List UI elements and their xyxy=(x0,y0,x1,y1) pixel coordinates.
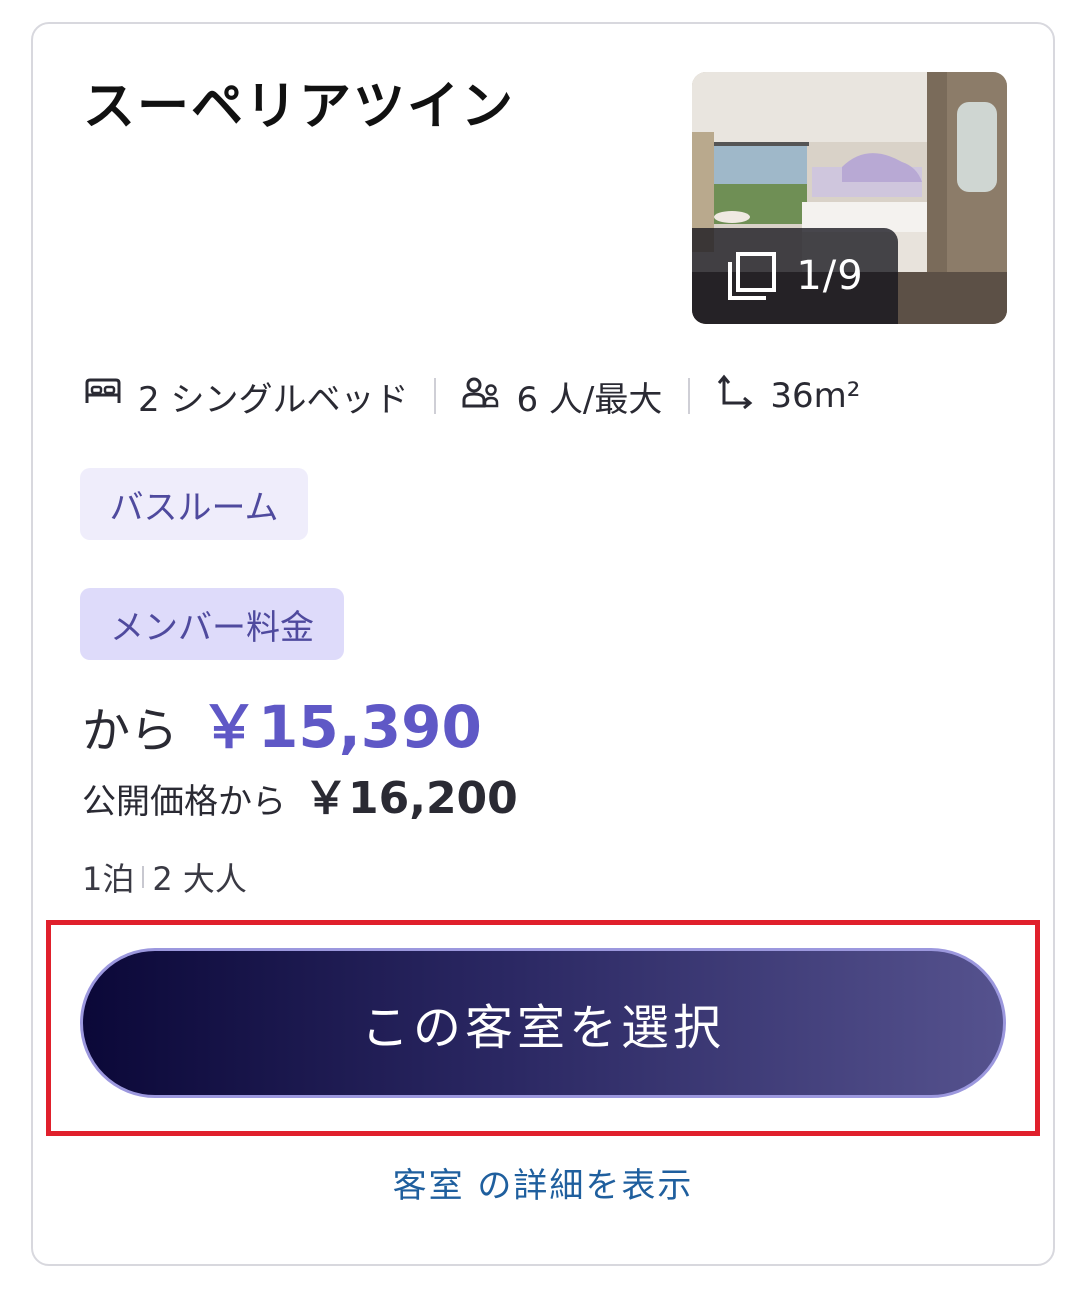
member-rate-badge: メンバー料金 xyxy=(80,588,344,660)
public-price-row: 公開価格から ￥16,200 xyxy=(82,762,518,826)
stay-divider xyxy=(142,866,145,888)
spec-divider xyxy=(434,378,437,414)
room-size-icon xyxy=(716,373,754,420)
stay-info: 1泊 2 大人 xyxy=(82,854,247,900)
spec-size-text: 36m² xyxy=(770,376,861,416)
gallery-icon xyxy=(726,250,778,302)
member-price: ￥15,390 xyxy=(200,693,482,761)
guests-text: 2 大人 xyxy=(152,860,247,898)
member-price-row: から ￥15,390 xyxy=(82,680,482,764)
from-label: から xyxy=(82,703,179,759)
spec-beds: 2 シングルベッド xyxy=(84,372,408,421)
spec-size: 36m² xyxy=(716,373,860,420)
bathroom-tag: バスルーム xyxy=(80,468,308,540)
spec-occupancy: 6 人/最大 xyxy=(462,372,662,421)
room-specs: 2 シングルベッド 6 人/最大 36m² xyxy=(84,372,860,421)
room-photo[interactable]: 1/9 xyxy=(692,72,1007,324)
spec-divider xyxy=(688,378,691,414)
photo-counter-text: 1/9 xyxy=(796,253,864,299)
public-price: ￥16,200 xyxy=(304,773,518,824)
bed-icon xyxy=(84,376,122,416)
spec-occupancy-text: 6 人/最大 xyxy=(516,379,663,420)
public-price-label: 公開価格から xyxy=(82,782,286,822)
room-details-link[interactable]: 客室 の詳細を表示 xyxy=(0,1158,1086,1207)
spec-beds-text: 2 シングルベッド xyxy=(138,379,409,420)
nights-text: 1泊 xyxy=(82,860,135,898)
people-icon xyxy=(462,376,500,417)
room-title: スーペリアツイン xyxy=(83,77,516,137)
select-room-button[interactable]: この客室を選択 xyxy=(80,948,1006,1098)
photo-counter[interactable]: 1/9 xyxy=(692,228,898,324)
